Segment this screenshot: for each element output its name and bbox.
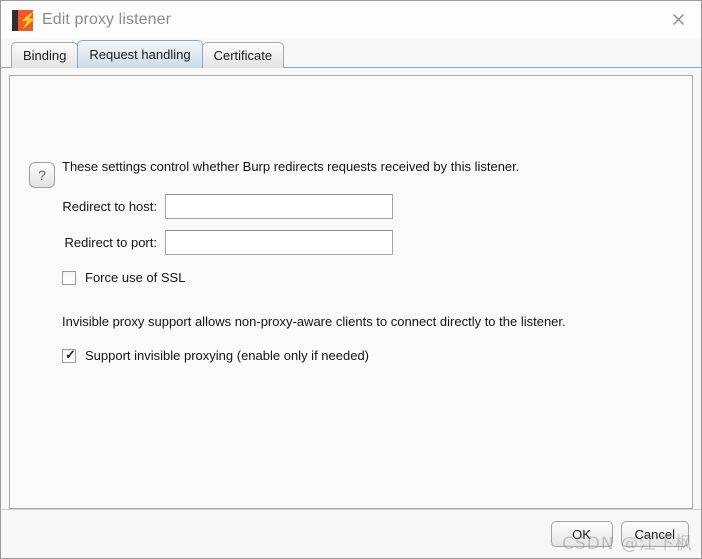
redirect-host-label: Redirect to host: [62,199,157,214]
invisible-proxy-check-mark: ✓ [65,346,76,362]
tab-binding[interactable]: Binding [11,42,79,68]
window-title: Edit proxy listener [42,10,172,28]
invisible-proxy-label: Support invisible proxying (enable only … [85,348,370,363]
redirect-host-row: Redirect to host: [62,194,393,219]
force-ssl-checkbox-row[interactable]: Force use of SSL [62,270,185,285]
burp-suite-icon: ⚡ [12,9,38,31]
panel-wrapper: ? These settings control whether Burp re… [1,68,701,509]
burp-icon-bolt: ⚡ [19,11,38,29]
close-icon[interactable] [655,1,701,38]
force-ssl-check-mark [65,270,75,284]
tab-strip: Binding Request handling Certificate [1,38,701,68]
ok-button[interactable]: OK [550,521,613,547]
force-ssl-label: Force use of SSL [85,270,186,285]
help-icon[interactable]: ? [29,162,55,188]
cancel-button[interactable]: Cancel [620,521,689,547]
intro-text: These settings control whether Burp redi… [62,159,520,174]
redirect-host-input[interactable] [165,194,393,219]
force-ssl-checkbox[interactable] [62,270,76,285]
redirect-port-label: Redirect to port: [64,235,158,250]
redirect-port-row: Redirect to port: [62,230,393,255]
invisible-proxy-checkbox-row[interactable]: ✓ Support invisible proxying (enable onl… [62,346,370,363]
edit-proxy-listener-dialog: ⚡ Edit proxy listener Binding Request ha… [0,0,702,559]
invisible-proxy-note: Invisible proxy support allows non-proxy… [62,314,566,329]
redirect-port-input[interactable] [165,230,393,255]
request-handling-panel: ? These settings control whether Burp re… [9,75,693,509]
dialog-footer: OK Cancel [1,509,701,558]
title-bar: ⚡ Edit proxy listener [1,1,701,38]
invisible-proxy-checkbox[interactable]: ✓ [62,346,76,363]
tab-certificate[interactable]: Certificate [201,42,285,68]
tab-request-handling[interactable]: Request handling [77,40,203,68]
